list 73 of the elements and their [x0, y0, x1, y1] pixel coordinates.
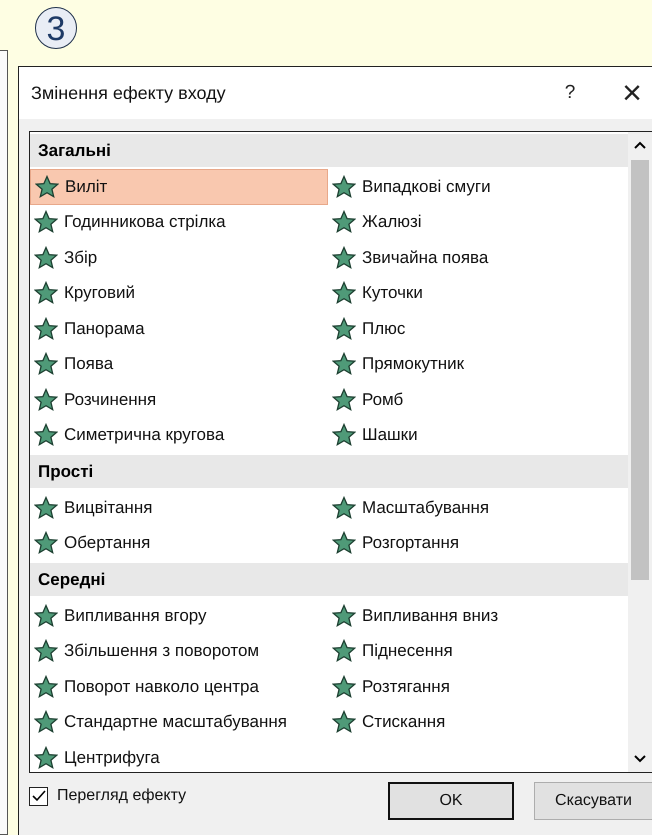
effect-item[interactable]: Центрифуга — [30, 740, 328, 776]
effect-item[interactable]: Шашки — [328, 418, 628, 453]
effect-item[interactable]: Звичайна поява — [328, 240, 628, 276]
effect-item[interactable]: Випливання вгору — [30, 598, 328, 634]
effect-item[interactable]: Прямокутник — [328, 346, 628, 382]
star-icon — [35, 174, 59, 199]
effect-item[interactable]: Масштабування — [328, 490, 628, 526]
star-icon — [332, 423, 356, 448]
effect-item[interactable]: Симетрична кругова — [30, 418, 328, 453]
star-icon — [34, 604, 58, 628]
star-icon — [34, 246, 58, 270]
star-icon — [332, 316, 356, 341]
star-icon — [34, 423, 58, 448]
star-icon — [332, 174, 356, 199]
effect-item[interactable]: Круговий — [30, 276, 328, 311]
star-icon — [34, 746, 58, 770]
star-icon — [34, 710, 58, 734]
scroll-down-icon[interactable] — [633, 754, 647, 764]
star-icon — [332, 604, 356, 628]
effect-item[interactable]: Жалюзі — [328, 204, 628, 240]
effect-item[interactable]: Годинникова стрілка — [30, 204, 328, 240]
section-header: Прості — [30, 455, 628, 488]
effect-item[interactable]: Розчинення — [30, 382, 328, 418]
effect-item[interactable]: Збір — [30, 240, 328, 276]
star-icon — [332, 281, 356, 306]
ok-button[interactable]: OK — [388, 782, 514, 820]
scroll-up-icon[interactable] — [633, 140, 647, 150]
effect-item[interactable]: Стандартне масштабування — [30, 704, 328, 740]
effect-item[interactable]: Виліт — [30, 169, 328, 204]
effect-item[interactable]: Стискання — [328, 704, 628, 740]
section-header: Загальні — [30, 134, 628, 167]
star-icon — [34, 639, 58, 664]
star-icon — [34, 496, 58, 520]
star-icon — [34, 674, 58, 699]
step-number: 3 — [35, 7, 77, 49]
section-header: Середні — [30, 563, 628, 596]
effect-item[interactable]: Обертання — [30, 526, 328, 561]
star-icon — [332, 639, 356, 664]
help-button[interactable]: ? — [550, 67, 590, 119]
star-icon — [34, 316, 58, 341]
effect-item[interactable]: Плюс — [328, 311, 628, 346]
effect-item[interactable]: Розгортання — [328, 526, 628, 561]
dialog-title: Змінення ефекту входу — [31, 82, 227, 104]
star-icon — [34, 388, 58, 412]
star-icon — [332, 388, 356, 412]
star-icon — [332, 531, 356, 556]
effect-item[interactable]: Піднесення — [328, 634, 628, 669]
effect-item[interactable]: Куточки — [328, 276, 628, 311]
effect-item[interactable]: Випадкові смуги — [328, 169, 628, 204]
cancel-button[interactable]: Скасувати — [534, 782, 652, 820]
star-icon — [34, 281, 58, 306]
star-icon — [34, 210, 58, 234]
star-icon — [332, 710, 356, 734]
effect-item[interactable]: Збільшення з поворотом — [30, 634, 328, 669]
effect-item[interactable]: Поворот навколо центра — [30, 669, 328, 704]
effect-item[interactable]: Поява — [30, 346, 328, 382]
star-icon — [332, 496, 356, 520]
star-icon — [332, 352, 356, 376]
star-icon — [332, 210, 356, 234]
effect-item[interactable]: Вицвітання — [30, 490, 328, 526]
star-icon — [332, 246, 356, 270]
star-icon — [34, 352, 58, 376]
effect-item[interactable]: Розтягання — [328, 669, 628, 704]
scroll-thumb[interactable] — [631, 160, 649, 580]
effect-item[interactable]: Ромб — [328, 382, 628, 418]
effect-item[interactable]: Панорама — [30, 311, 328, 346]
preview-checkbox[interactable] — [29, 786, 48, 806]
star-icon — [34, 531, 58, 556]
scrollbar[interactable] — [628, 132, 652, 772]
effect-item[interactable]: Випливання вниз — [328, 598, 628, 634]
close-button[interactable]: × — [612, 67, 652, 119]
star-icon — [332, 674, 356, 699]
preview-label: Перегляд ефекту — [57, 787, 186, 805]
